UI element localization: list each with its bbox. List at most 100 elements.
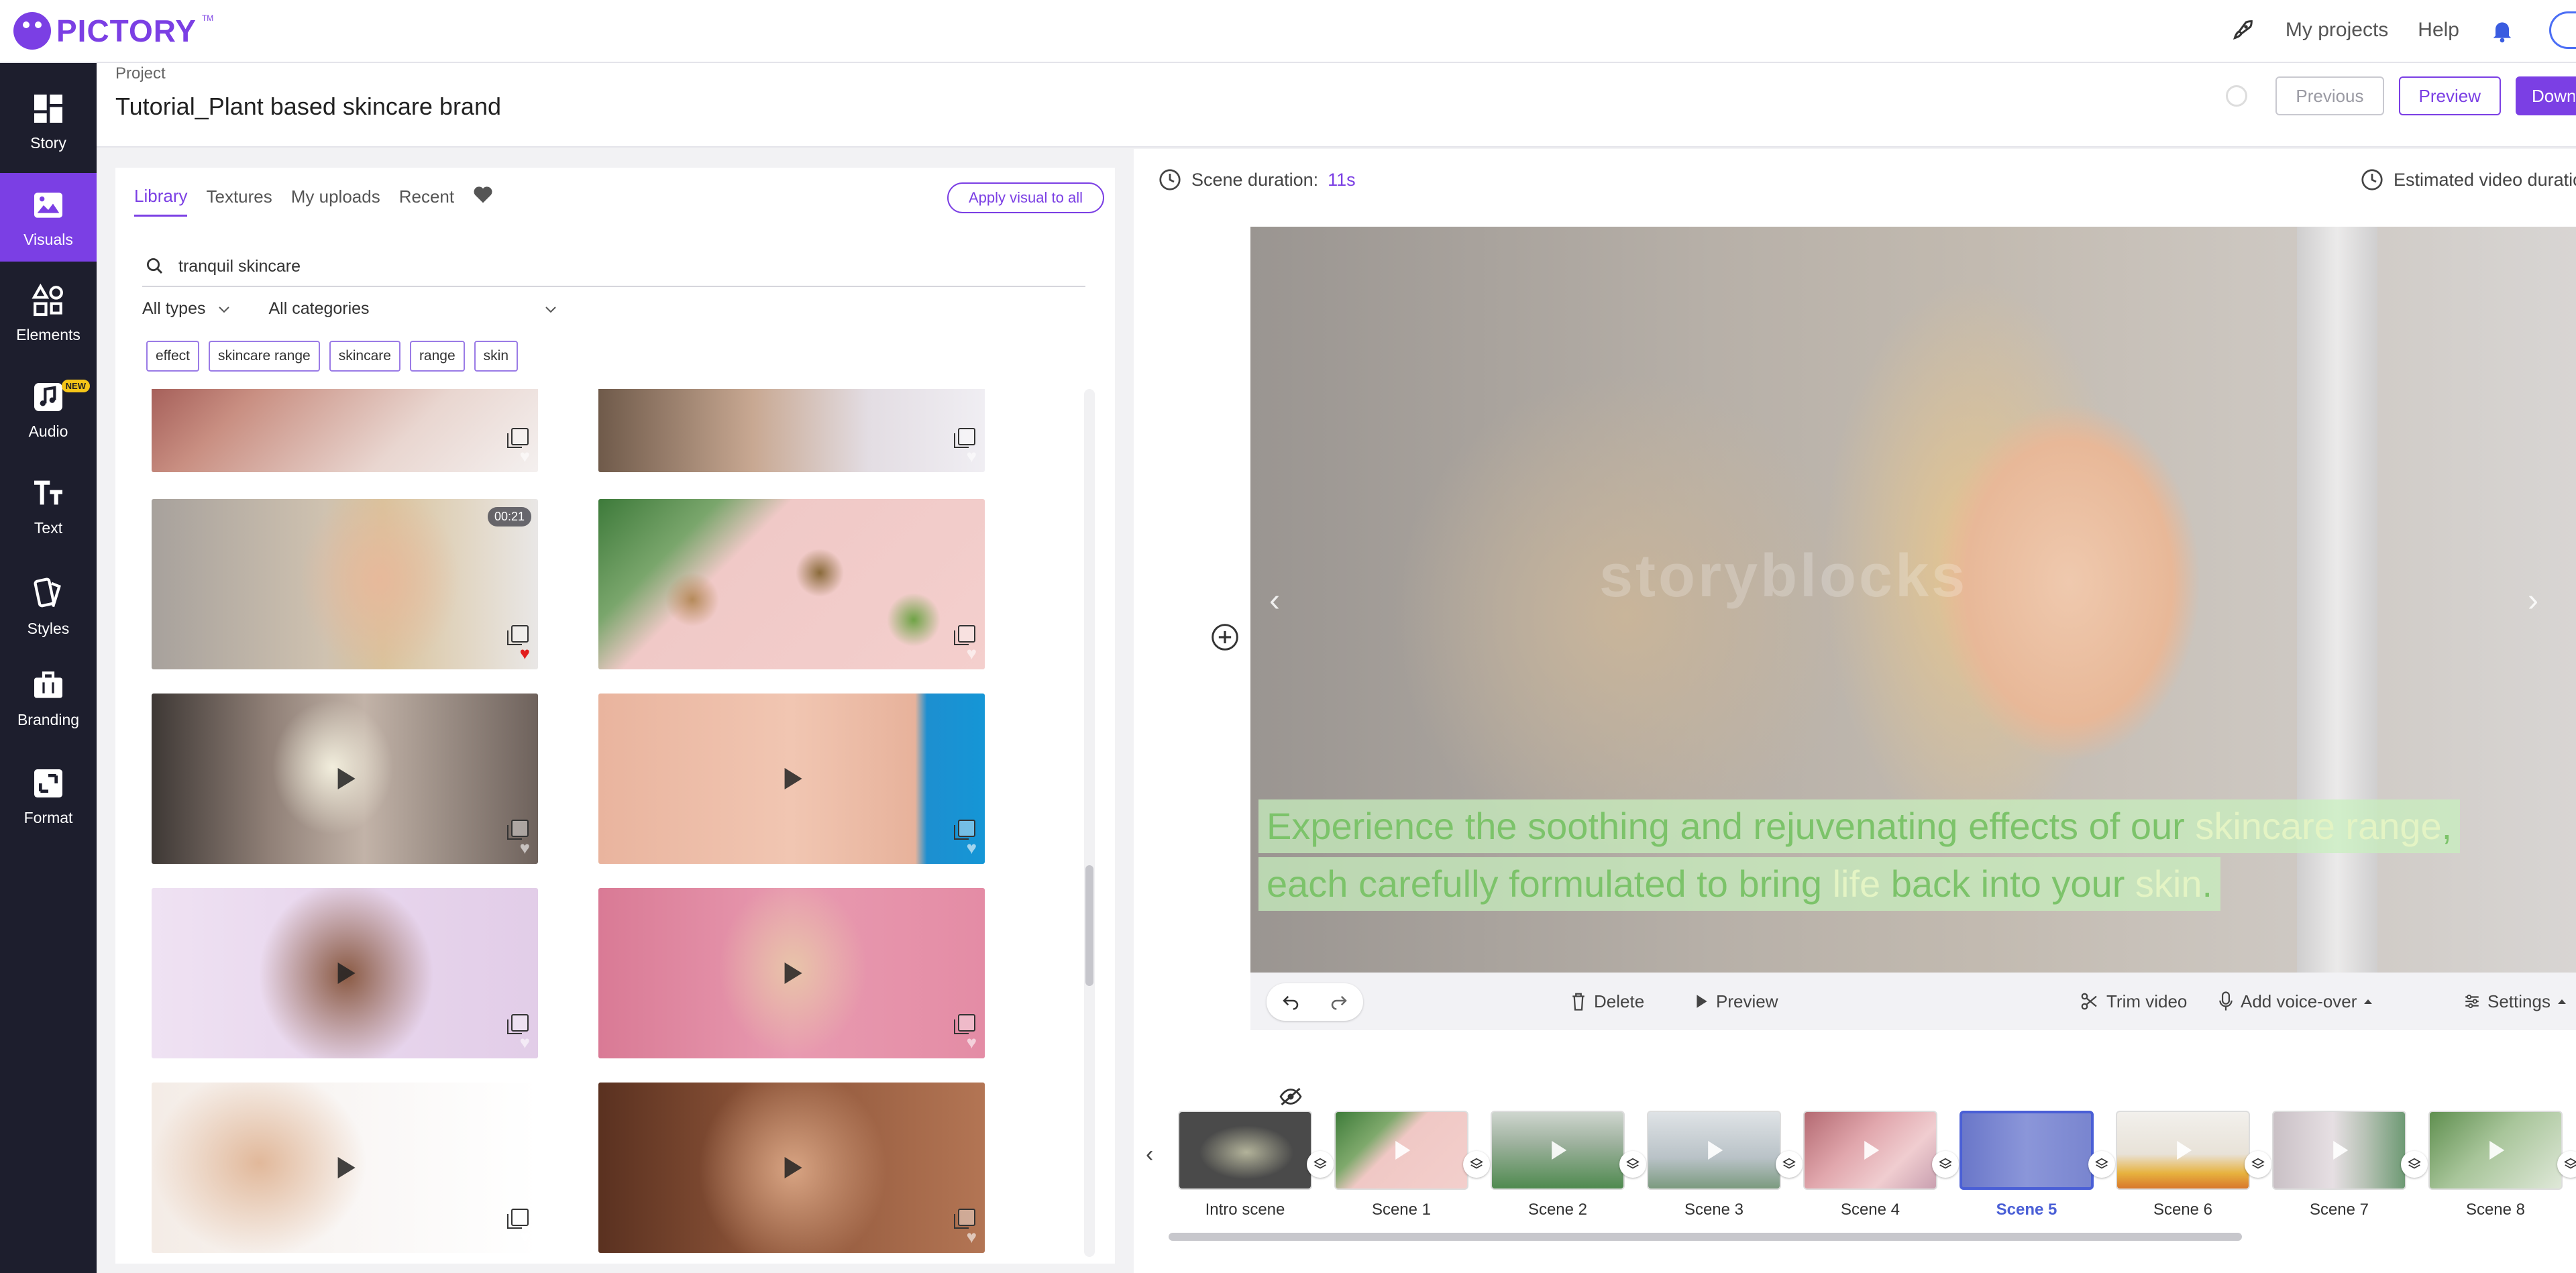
sidebar-item-story[interactable]: Story <box>0 76 97 165</box>
eye-off-icon[interactable] <box>1279 1087 1303 1110</box>
scene-duration-value[interactable]: 11s <box>1328 170 1356 190</box>
heart-icon[interactable]: ♥ <box>967 838 977 859</box>
visual-card[interactable]: ♥ <box>152 888 538 1058</box>
keyword-chip[interactable]: skincare <box>329 341 400 372</box>
sidebar-item-styles[interactable]: Styles <box>0 562 97 651</box>
layers-icon[interactable] <box>1307 1151 1334 1178</box>
category-filter-dropdown[interactable]: All categories <box>268 299 557 319</box>
sidebar-item-format[interactable]: Format <box>0 751 97 840</box>
chevron-left-icon[interactable]: ‹ <box>1146 1142 1153 1168</box>
library-scrollbar[interactable] <box>1084 389 1095 1257</box>
layers-icon[interactable] <box>1463 1151 1490 1178</box>
scene-thumb-1[interactable]: Scene 1 <box>1334 1111 1468 1219</box>
copy-icon[interactable] <box>954 428 975 448</box>
copy-icon[interactable] <box>507 625 529 645</box>
favorites-heart-icon[interactable] <box>473 185 493 217</box>
keyword-chip[interactable]: range <box>409 341 465 372</box>
download-button[interactable]: Download <box>2516 76 2576 115</box>
scene-thumb-intro[interactable]: Intro scene <box>1178 1111 1312 1219</box>
copy-icon[interactable] <box>954 1209 975 1229</box>
trim-video-button[interactable]: Trim video <box>2080 973 2187 1030</box>
scene-thumb-6[interactable]: Scene 6 <box>2116 1111 2250 1219</box>
heart-icon[interactable]: ♥ <box>520 1032 530 1053</box>
sidebar-item-audio[interactable]: NEW Audio <box>0 365 97 453</box>
scene-thumb-7[interactable]: Scene 7 <box>2272 1111 2406 1219</box>
visual-card[interactable]: ♥ <box>598 389 985 472</box>
layers-icon[interactable] <box>1776 1151 1803 1178</box>
layers-icon[interactable] <box>1619 1151 1646 1178</box>
layers-icon[interactable] <box>1932 1151 1959 1178</box>
help-link[interactable]: Help <box>2418 19 2459 42</box>
layers-icon[interactable] <box>2245 1151 2271 1178</box>
settings-button[interactable]: Settings <box>2463 973 2567 1030</box>
undo-icon[interactable] <box>1281 991 1301 1014</box>
my-projects-link[interactable]: My projects <box>2286 19 2388 42</box>
scene-thumb-4[interactable]: Scene 4 <box>1803 1111 1937 1219</box>
scrollbar-thumb[interactable] <box>1085 865 1093 986</box>
rocket-icon[interactable] <box>2229 17 2256 44</box>
tab-my-uploads[interactable]: My uploads <box>291 186 380 215</box>
visual-card[interactable]: ♥ <box>598 1083 985 1253</box>
heart-icon[interactable]: ♥ <box>967 1032 977 1053</box>
chevron-left-icon[interactable]: ‹ <box>1269 582 1280 619</box>
user-avatar[interactable] <box>2549 11 2576 49</box>
heart-icon[interactable]: ♥ <box>520 643 530 664</box>
preview-scene-button[interactable]: Preview <box>1695 973 1778 1030</box>
bell-icon[interactable] <box>2489 17 2516 44</box>
copy-icon[interactable] <box>954 820 975 840</box>
add-voice-over-button[interactable]: Add voice-over <box>2218 973 2373 1030</box>
visual-card[interactable]: ♥ <box>152 389 538 472</box>
copy-icon[interactable] <box>507 428 529 448</box>
type-filter-dropdown[interactable]: All types <box>142 299 231 319</box>
timeline-scrollbar[interactable] <box>1169 1233 2242 1241</box>
sidebar-item-text[interactable]: Text <box>0 461 97 550</box>
redo-icon[interactable] <box>1329 991 1349 1014</box>
caption-line-2: each carefully formulated to bring life … <box>1258 857 2221 911</box>
tab-library[interactable]: Library <box>134 186 188 217</box>
visual-card[interactable]: ♥ <box>152 1083 538 1253</box>
scene-thumb-3[interactable]: Scene 3 <box>1647 1111 1781 1219</box>
add-scene-plus-icon[interactable] <box>1210 622 1240 655</box>
pictory-logo[interactable]: PICTORY TM <box>13 11 213 51</box>
tab-textures[interactable]: Textures <box>206 186 272 215</box>
search-input[interactable] <box>178 256 983 276</box>
project-title[interactable]: Tutorial_Plant based skincare brand <box>115 93 501 121</box>
previous-button[interactable]: Previous <box>2275 76 2384 115</box>
visual-card[interactable]: 00:21 ♥ <box>152 499 538 669</box>
sidebar-item-elements[interactable]: Elements <box>0 268 97 357</box>
preview-button[interactable]: Preview <box>2398 76 2501 115</box>
layers-icon[interactable] <box>2088 1151 2115 1178</box>
search-icon <box>147 258 163 274</box>
scene-thumb-8[interactable]: Scene 8 <box>2428 1111 2563 1219</box>
sidebar-item-branding[interactable]: Branding <box>0 653 97 742</box>
copy-icon[interactable] <box>507 1014 529 1034</box>
scene-thumb-2[interactable]: Scene 2 <box>1491 1111 1625 1219</box>
scene-caption[interactable]: Experience the soothing and rejuvenating… <box>1258 799 2517 915</box>
caret-up-icon <box>2364 999 2373 1004</box>
chevron-right-icon[interactable]: › <box>2528 582 2538 619</box>
visual-card[interactable]: ♥ <box>598 694 985 864</box>
copy-icon[interactable] <box>954 625 975 645</box>
heart-icon[interactable]: ♥ <box>967 1227 977 1248</box>
heart-icon[interactable]: ♥ <box>520 838 530 859</box>
scene-thumb-5[interactable]: Scene 5 <box>1960 1111 2094 1219</box>
apply-visual-to-all-button[interactable]: Apply visual to all <box>947 182 1104 213</box>
heart-icon[interactable]: ♥ <box>967 446 977 467</box>
copy-icon[interactable] <box>954 1014 975 1034</box>
keyword-chip[interactable]: skincare range <box>208 341 320 372</box>
visual-card[interactable]: ♥ <box>598 499 985 669</box>
sidebar-item-visuals[interactable]: Visuals <box>0 173 97 262</box>
copy-icon[interactable] <box>507 820 529 840</box>
visual-card[interactable]: ♥ <box>152 694 538 864</box>
heart-icon[interactable]: ♥ <box>967 643 977 664</box>
heart-icon[interactable]: ♥ <box>520 1227 530 1248</box>
video-preview[interactable]: storyblocks ‹ › Experience the soothing … <box>1250 227 2576 973</box>
heart-icon[interactable]: ♥ <box>520 446 530 467</box>
keyword-chip[interactable]: effect <box>146 341 199 372</box>
layers-icon[interactable] <box>2401 1151 2428 1178</box>
visual-card[interactable]: ♥ <box>598 888 985 1058</box>
keyword-chip[interactable]: skin <box>474 341 519 372</box>
delete-scene-button[interactable]: Delete <box>1570 973 1644 1030</box>
tab-recent[interactable]: Recent <box>399 186 454 215</box>
copy-icon[interactable] <box>507 1209 529 1229</box>
